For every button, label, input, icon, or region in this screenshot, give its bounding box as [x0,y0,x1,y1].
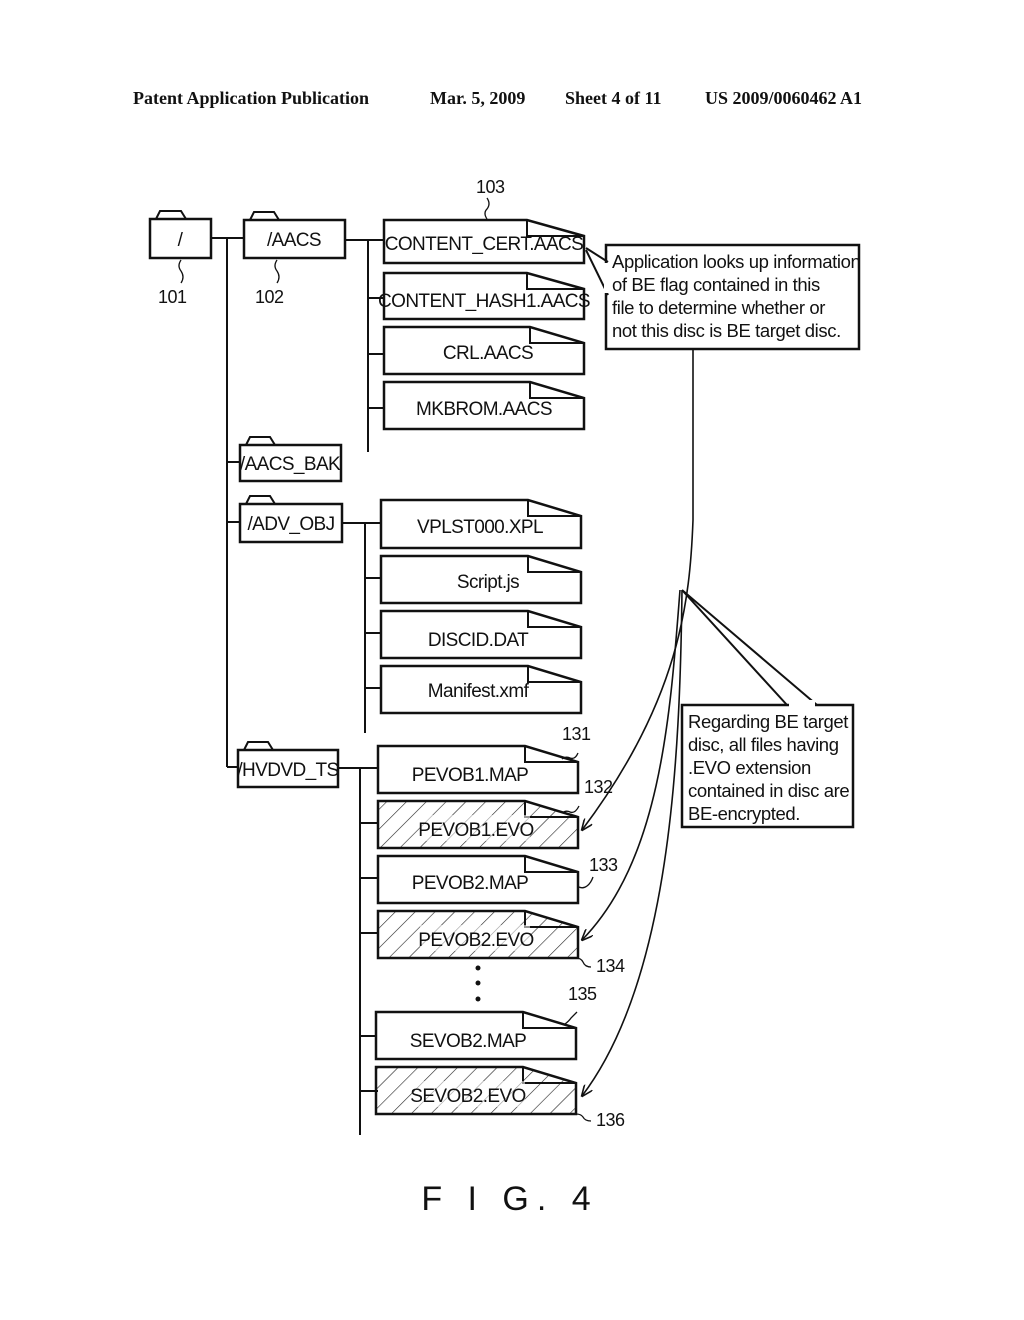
ref-135: 135 [568,984,597,1004]
file-discid[interactable]: DISCID.DAT [379,609,583,660]
file-label: PEVOB1.MAP [412,765,529,786]
file-pevob2-map[interactable]: PEVOB2.MAP [376,854,580,905]
file-label: SEVOB2.EVO [410,1086,525,1107]
callout-line: BE-encrypted. [688,803,800,824]
file-label: Script.js [457,572,519,593]
callout-line: not this disc is BE target disc. [612,320,841,341]
file-label: Manifest.xmf [428,681,530,702]
ref-131: 131 [562,724,591,744]
file-crl[interactable]: CRL.AACS [382,325,586,376]
file-label: PEVOB2.EVO [418,930,533,951]
folder-hvdvd-ts[interactable]: /HVDVD_TS [236,741,340,789]
leader-134 [575,957,592,968]
arrow-to-pevob2-evo [582,589,681,940]
file-manifest[interactable]: Manifest.xmf [379,664,583,715]
folder-aacs-bak[interactable]: /AACS_BAK [238,436,343,483]
file-content-hash1[interactable]: CONTENT_HASH1.AACS [378,271,591,321]
leader-101 [178,259,184,284]
file-sevob2-evo[interactable]: SEVOB2.EVO [374,1065,578,1116]
callout-line: file to determine whether or [612,297,825,318]
file-label: CONTENT_HASH1.AACS [378,291,590,312]
callout-line: of BE flag contained in this [612,274,820,295]
leader-131 [561,752,579,760]
ref-102: 102 [255,287,284,307]
file-pevob1-evo[interactable]: PEVOB1.EVO [376,799,580,850]
file-sevob2-map[interactable]: SEVOB2.MAP [374,1010,578,1061]
leader-102 [274,259,280,284]
file-label: MKBROM.AACS [416,399,552,420]
file-script-js[interactable]: Script.js [379,554,583,605]
callout-line: Regarding BE target [688,711,848,732]
folder-aacs-bak-label: /AACS_BAK [240,454,341,475]
file-mkbrom[interactable]: MKBROM.AACS [382,380,586,431]
reference-arrows [582,350,694,1096]
ref-103: 103 [476,177,505,197]
callout-be-flag: Application looks up information of BE f… [585,243,861,351]
callout-line: Application looks up information [612,251,861,272]
file-vplst000[interactable]: VPLST000.XPL [379,498,583,550]
leader-103 [484,197,490,220]
arrow-to-sevob2-evo [582,589,683,1096]
ref-136: 136 [596,1110,625,1130]
file-label: VPLST000.XPL [417,517,543,538]
tree-connectors [211,237,384,1135]
file-content-cert[interactable]: CONTENT_CERT.AACS [382,218,586,265]
leader-135 [564,1011,578,1025]
ref-101: 101 [158,287,187,307]
callout-be-encrypted: Regarding BE target disc, all files havi… [680,589,855,829]
file-label: PEVOB1.EVO [418,820,533,841]
file-label: CONTENT_CERT.AACS [385,234,584,255]
file-pevob1-map[interactable]: PEVOB1.MAP [376,744,580,795]
file-label: SEVOB2.MAP [410,1031,527,1052]
folder-adv-obj-label: /ADV_OBJ [247,514,334,535]
leader-136 [575,1113,592,1122]
callout-line: .EVO extension [688,757,811,778]
file-pevob2-evo[interactable]: PEVOB2.EVO [376,909,580,960]
ellipsis-more-files [475,965,481,1002]
file-label: CRL.AACS [443,343,533,364]
folder-aacs[interactable]: /AACS [242,211,347,260]
file-label: DISCID.DAT [428,630,529,651]
ref-134: 134 [596,956,625,976]
folder-aacs-label: /AACS [267,230,321,251]
figure-label: F I G. 4 [421,1180,598,1218]
ref-133: 133 [589,855,618,875]
folder-hvdvd-ts-label: /HVDVD_TS [237,760,338,781]
file-structure-diagram: / 101 /AACS 102 /AACS_BAK /ADV_OBJ /HVDV… [148,177,861,1218]
folder-adv-obj[interactable]: /ADV_OBJ [238,495,344,544]
file-label: PEVOB2.MAP [412,873,529,894]
callout-line: disc, all files having [688,734,839,755]
callout-line: contained in disc are [688,780,849,801]
ref-132: 132 [584,777,613,797]
leader-132 [561,805,580,814]
leader-133 [578,876,594,889]
folder-root[interactable]: / [148,210,213,260]
